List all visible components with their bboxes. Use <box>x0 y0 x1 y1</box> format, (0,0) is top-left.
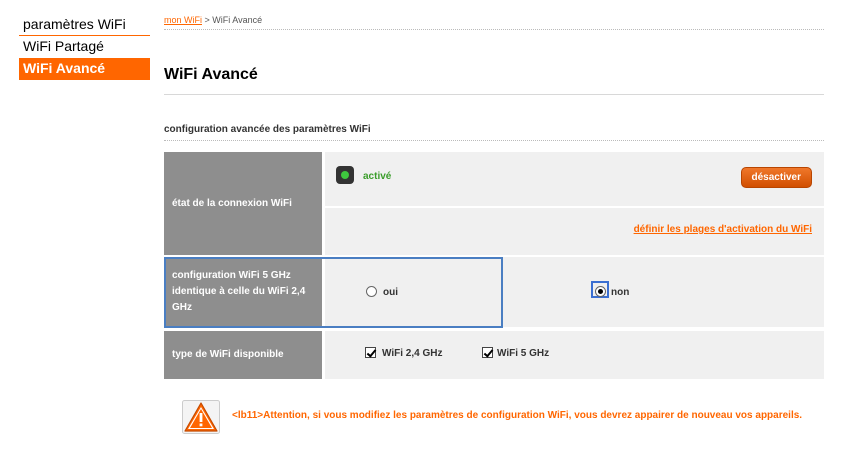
breadcrumb-home-link[interactable]: mon WiFi <box>164 15 202 25</box>
checkbox-wifi-5ghz[interactable] <box>482 347 493 358</box>
schedule-cell: définir les plages d'activation du WiFi <box>325 208 824 255</box>
checkbox-wifi-5ghz-label[interactable]: WiFi 5 GHz <box>497 348 549 359</box>
connection-status-cell: activé désactiver <box>325 152 824 206</box>
section-title: configuration avancée des paramètres WiF… <box>164 124 824 141</box>
schedule-link[interactable]: définir les plages d'activation du WiFi <box>634 224 812 235</box>
breadcrumb-current: WiFi Avancé <box>212 15 263 25</box>
connection-row: état de la connexion WiFi activé désacti… <box>164 152 824 255</box>
connection-label: état de la connexion WiFi <box>164 152 322 255</box>
sidebar-item-wifi-advanced[interactable]: WiFi Avancé <box>19 58 150 80</box>
warning-icon <box>182 400 220 434</box>
status-led-icon <box>336 166 354 184</box>
sidebar-item-wifi-settings[interactable]: paramètres WiFi <box>19 14 150 36</box>
page-title: WiFi Avancé <box>164 66 824 95</box>
deactivate-button[interactable]: désactiver <box>740 167 812 188</box>
wifi-type-options: WiFi 2,4 GHz WiFi 5 GHz <box>325 331 824 379</box>
page: paramètres WiFi WiFi Partagé WiFi Avancé… <box>0 0 852 471</box>
wifi-type-label: type de WiFi disponible <box>164 331 322 379</box>
config-5ghz-row: configuration WiFi 5 GHz identique à cel… <box>164 257 824 327</box>
breadcrumb: mon WiFi > WiFi Avancé <box>164 15 824 30</box>
radio-non-label[interactable]: non <box>611 287 629 298</box>
warning-message: <lb11>Attention, si vous modifiez les pa… <box>232 410 803 421</box>
wifi-type-row: type de WiFi disponible WiFi 2,4 GHz WiF… <box>164 331 824 379</box>
config-5ghz-label: configuration WiFi 5 GHz identique à cel… <box>164 257 322 327</box>
radio-oui[interactable] <box>366 286 377 297</box>
connection-status-text: activé <box>363 171 392 182</box>
checkbox-wifi-24ghz[interactable] <box>365 347 376 358</box>
sidebar-nav: paramètres WiFi WiFi Partagé WiFi Avancé <box>19 14 150 80</box>
breadcrumb-separator: > <box>204 15 210 25</box>
checkbox-wifi-24ghz-label[interactable]: WiFi 2,4 GHz <box>382 348 442 359</box>
sidebar-item-wifi-shared[interactable]: WiFi Partagé <box>19 36 150 58</box>
config-5ghz-options: oui non <box>325 257 824 327</box>
radio-non[interactable] <box>595 286 606 297</box>
radio-oui-label[interactable]: oui <box>383 287 398 298</box>
